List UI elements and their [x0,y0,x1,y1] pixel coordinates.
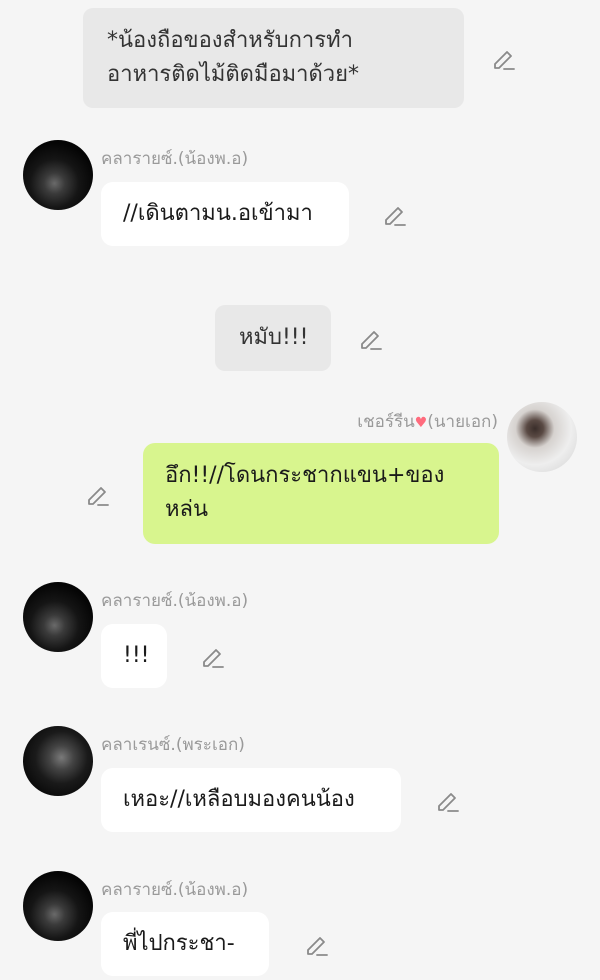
sender-name: คลาเรนซ์.(พระเอก) [101,735,245,755]
pencil-edit-icon[interactable] [84,480,112,508]
message-text-line-1: อึก!!//โดนกระชากแขน+ของ [165,463,445,488]
pencil-edit-icon[interactable] [490,44,518,72]
avatar[interactable] [507,402,577,472]
narration-bubble[interactable]: หมับ!!! [215,305,331,371]
sender-name: คลารายซ์.(น้องพ.อ) [101,880,249,900]
pencil-edit-icon[interactable] [199,642,227,670]
narration-text-line-1: *น้องถือของสำหรับการทำ [107,28,353,53]
avatar[interactable] [23,726,93,796]
sender-name: เชอร์รีน♥(นายเอก) [357,408,498,435]
narration-text: หมับ!!! [239,325,309,350]
narration-text-line-2: อาหารติดไม้ติดมือมาด้วย* [107,62,360,87]
sender-name: คลารายซ์.(น้องพ.อ) [101,149,249,169]
sender-role: (นายเอก) [427,412,498,432]
heart-icon: ♥ [414,415,428,431]
narration-bubble[interactable]: *น้องถือของสำหรับการทำ อาหารติดไม้ติดมือ… [83,8,464,108]
message-text: เหอะ//เหลือบมองคนน้อง [123,787,355,812]
message-bubble[interactable]: //เดินตามน.อเข้ามา [101,182,349,246]
pencil-edit-icon[interactable] [303,930,331,958]
message-text-line-2: หล่น [165,497,209,522]
pencil-edit-icon[interactable] [381,200,409,228]
sender-name: คลารายซ์.(น้องพ.อ) [101,591,249,611]
avatar[interactable] [23,140,93,210]
message-text: //เดินตามน.อเข้ามา [123,201,313,226]
pencil-edit-icon[interactable] [434,786,462,814]
message-bubble[interactable]: !!! [101,624,167,688]
message-text: !!! [123,643,150,668]
message-text: พี่ไปกระชา- [123,931,235,956]
sender-name-text: เชอร์รีน [357,412,415,432]
pencil-edit-icon[interactable] [357,324,385,352]
message-bubble[interactable]: พี่ไปกระชา- [101,912,269,976]
avatar[interactable] [23,582,93,652]
avatar[interactable] [23,871,93,941]
message-bubble[interactable]: อึก!!//โดนกระชากแขน+ของ หล่น [143,443,499,544]
message-bubble[interactable]: เหอะ//เหลือบมองคนน้อง [101,768,401,832]
